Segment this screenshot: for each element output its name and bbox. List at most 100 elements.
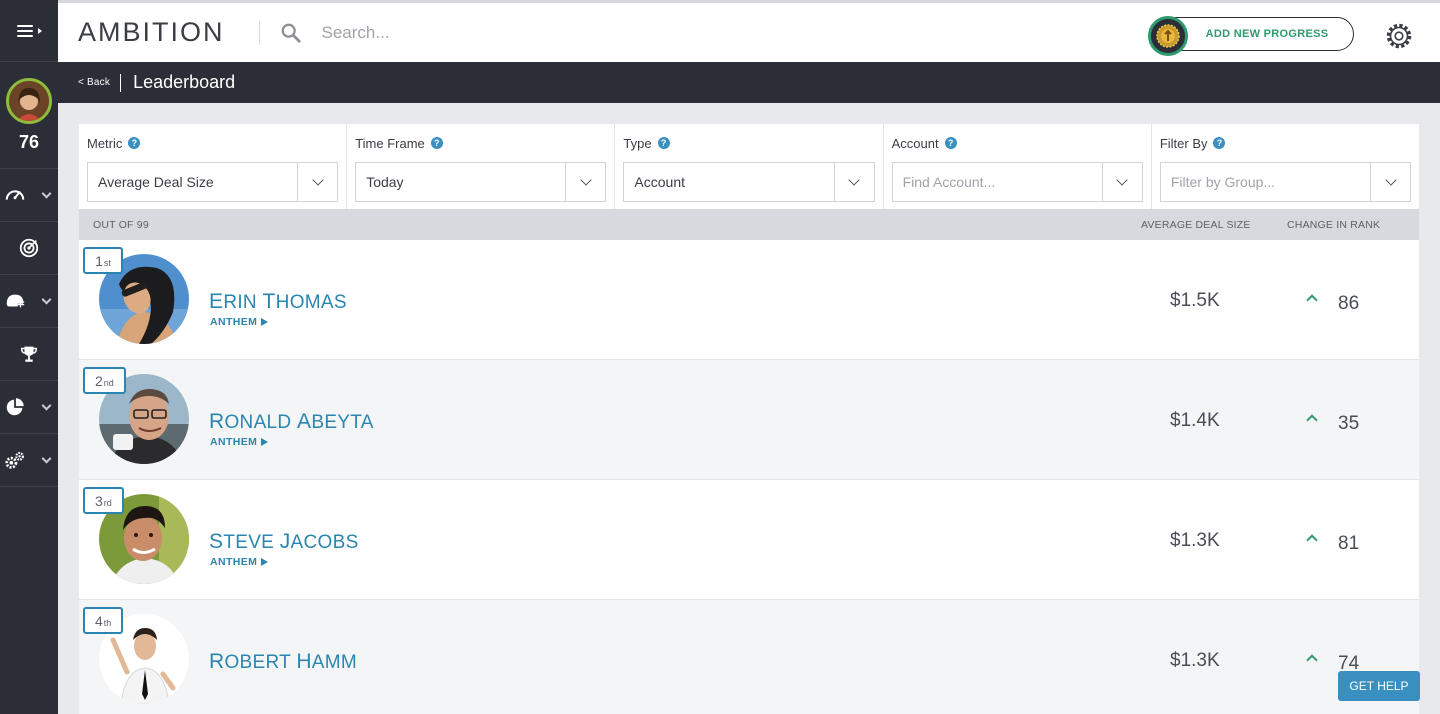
search-input[interactable] (321, 22, 822, 43)
sidebar-item-reports[interactable] (0, 381, 58, 434)
divider (120, 73, 122, 92)
metric-value: $1.5K (1170, 290, 1220, 311)
filter-metric: Metric? Average Deal Size (79, 124, 348, 209)
out-of-count: OUT OF 99 (93, 219, 149, 231)
sidebar-item-goals[interactable] (0, 222, 58, 275)
metric-value: $1.3K (1170, 650, 1220, 671)
gear-icon[interactable] (1384, 21, 1414, 51)
rank-badge: 3rd (83, 487, 124, 514)
rank-change-value: 35 (1338, 413, 1360, 434)
filter-label: Metric? (87, 136, 338, 151)
play-icon (261, 558, 269, 566)
sidebar-item-settings[interactable] (0, 434, 58, 487)
chevron-down-icon (41, 188, 52, 199)
help-icon[interactable]: ? (128, 137, 141, 149)
rank-badge: 1st (83, 247, 123, 274)
time-frame-select[interactable]: Today (355, 162, 607, 202)
get-help-button[interactable]: GET HELP (1338, 671, 1420, 701)
filter-label: Account? (892, 136, 1143, 151)
search-icon (281, 23, 301, 43)
add-new-progress-label: ADD NEW PROGRESS (1205, 28, 1329, 40)
chevron-down-icon (41, 400, 52, 411)
arrow-up-icon (1306, 414, 1318, 426)
hamburger-icon (16, 24, 33, 37)
chevron-down-icon[interactable] (297, 163, 337, 201)
top-navbar: AMBITION ADD NEW PROGRESS (58, 0, 1440, 62)
filter-label: Type? (623, 136, 874, 151)
rank-badge: 4th (83, 607, 124, 634)
help-icon[interactable]: ? (944, 137, 957, 149)
user-score: 76 (18, 132, 40, 152)
metric-value: $1.3K (1170, 530, 1220, 551)
chevron-down-icon (41, 453, 52, 464)
menu-toggle-button[interactable] (0, 0, 58, 62)
account-select[interactable]: Find Account... (891, 162, 1143, 202)
chevron-down-icon[interactable] (565, 163, 605, 201)
rank-badge: 2nd (83, 367, 126, 394)
divider (258, 20, 260, 45)
filter-type: Type? Account (615, 124, 884, 209)
speedometer-icon (5, 190, 25, 200)
gears-icon (5, 451, 24, 469)
table-row[interactable]: 4th ROBERT HAMM $1.3K 74 (79, 600, 1419, 714)
rank-change-value: 86 (1338, 293, 1360, 314)
player-name[interactable]: ROBERT HAMM (209, 650, 357, 674)
select-value: Average Deal Size (98, 174, 214, 190)
avatar[interactable] (6, 78, 52, 124)
pie-chart-icon (6, 398, 24, 416)
select-value: Account (634, 174, 685, 190)
type-select[interactable]: Account (623, 162, 875, 202)
table-header: OUT OF 99 AVERAGE DEAL SIZE CHANGE IN RA… (79, 210, 1419, 240)
filter-time-frame: Time Frame? Today (347, 124, 616, 209)
table-row[interactable]: 1st ERIN THOMAS ANTHEM $1.5K 86 (79, 240, 1419, 360)
arrow-up-icon (1306, 294, 1318, 306)
filter-label: Filter By? (1160, 136, 1411, 151)
sidebar-item-teams[interactable] (0, 275, 58, 328)
chevron-down-icon[interactable] (833, 163, 874, 201)
player-name[interactable]: ERIN THOMAS (209, 290, 347, 314)
back-link[interactable]: < Back (78, 77, 110, 88)
left-sidebar: 76 (0, 0, 58, 714)
column-header-change[interactable]: CHANGE IN RANK (1287, 219, 1380, 231)
team-link[interactable]: ANTHEM (210, 556, 269, 568)
caret-right-icon (37, 27, 42, 34)
select-value: Today (366, 174, 404, 190)
sidebar-item-dashboard[interactable] (0, 169, 58, 222)
help-icon[interactable]: ? (1213, 137, 1226, 149)
filter-label: Time Frame? (355, 136, 606, 151)
arrow-up-icon (1306, 534, 1318, 546)
helmet-icon (6, 294, 25, 308)
target-icon (19, 238, 39, 258)
medal-icon[interactable] (1148, 16, 1188, 56)
chevron-down-icon[interactable] (1101, 163, 1142, 201)
filter-group: Filter By? Filter by Group... (1152, 124, 1419, 209)
metric-select[interactable]: Average Deal Size (87, 162, 339, 202)
play-icon (261, 318, 269, 326)
rank-change-value: 81 (1338, 533, 1360, 554)
chevron-down-icon (41, 294, 52, 305)
group-select[interactable]: Filter by Group... (1159, 162, 1412, 202)
chevron-down-icon[interactable] (1370, 163, 1410, 201)
select-placeholder: Find Account... (902, 174, 996, 190)
app-logo[interactable]: AMBITION (78, 17, 225, 48)
sidebar-item-leaderboard[interactable] (0, 328, 58, 381)
metric-value: $1.4K (1170, 410, 1220, 431)
arrow-up-icon (1306, 654, 1318, 666)
filter-bar: Metric? Average Deal Size Time Frame? To… (79, 124, 1419, 210)
current-user[interactable]: 76 (0, 62, 58, 169)
team-link[interactable]: ANTHEM (210, 436, 269, 448)
table-row[interactable]: 2nd RONALD ABEYTA ANTHEM $1.4K 35 (79, 360, 1419, 480)
player-name[interactable]: STEVE JACOBS (209, 530, 359, 554)
leaderboard-card: Metric? Average Deal Size Time Frame? To… (79, 124, 1419, 714)
select-placeholder: Filter by Group... (1170, 174, 1276, 190)
help-icon[interactable]: ? (430, 137, 443, 149)
player-name[interactable]: RONALD ABEYTA (209, 410, 374, 434)
filter-account: Account? Find Account... (884, 124, 1152, 209)
table-row[interactable]: 3rd STEVE JACOBS ANTHEM $1.3K 81 (79, 480, 1419, 600)
play-icon (261, 438, 269, 446)
page-header: < Back Leaderboard (58, 62, 1440, 103)
help-icon[interactable]: ? (657, 137, 670, 149)
page-title: Leaderboard (133, 72, 236, 92)
team-link[interactable]: ANTHEM (210, 316, 269, 328)
column-header-metric[interactable]: AVERAGE DEAL SIZE (1141, 219, 1251, 231)
